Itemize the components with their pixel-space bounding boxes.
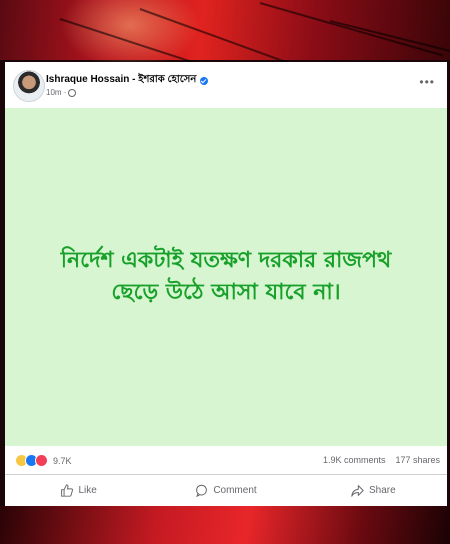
more-options-icon[interactable]: •••	[419, 76, 435, 88]
engagement-counts: 1.9K comments 177 shares	[323, 455, 440, 465]
author-name[interactable]: Ishraque Hossain - ইশরাক হোসেন	[46, 72, 196, 89]
comment-label: Comment	[213, 484, 257, 496]
reaction-count: 9.7K	[53, 455, 72, 466]
post-stats: 9.7K 1.9K comments 177 shares	[5, 446, 447, 475]
background-banner-bottom	[0, 506, 450, 544]
share-icon	[351, 484, 364, 497]
banner-streak	[259, 2, 443, 57]
share-button[interactable]: Share	[300, 474, 447, 506]
post-text-line: ছেড়ে উঠে আসা যাবে না।	[111, 280, 341, 305]
post-text: নির্দেশ একটাই যতক্ষণ দরকার রাজপথ ছেড়ে উ…	[16, 245, 436, 309]
post-actions: Like Comment Share	[5, 474, 447, 506]
reactions-summary[interactable]: 9.7K	[15, 454, 72, 467]
comment-icon	[196, 484, 208, 497]
post-text-background: নির্দেশ একটাই যতক্ষণ দরকার রাজপথ ছেড়ে উ…	[5, 108, 447, 446]
thumbs-up-icon	[61, 483, 74, 497]
like-label: Like	[78, 484, 97, 496]
like-button[interactable]: Like	[5, 474, 152, 506]
globe-icon	[68, 88, 77, 97]
love-icon	[35, 454, 48, 467]
author-row: Ishraque Hossain - ইশরাক হোসেন	[46, 72, 209, 89]
verified-badge-icon	[200, 76, 209, 85]
avatar[interactable]	[13, 70, 45, 102]
post-text-line: নির্দেশ একটাই যতক্ষণ দরকার রাজপথ	[60, 248, 392, 273]
banner-glow	[60, 0, 200, 70]
shares-count[interactable]: 177 shares	[395, 455, 440, 465]
post-header: Ishraque Hossain - ইশরাক হোসেন 10m · •••	[5, 62, 447, 108]
comment-button[interactable]: Comment	[152, 474, 299, 506]
post-meta: 10m ·	[46, 88, 77, 97]
post-card: Ishraque Hossain - ইশরাক হোসেন 10m · •••…	[5, 62, 447, 506]
background-banner-top	[0, 0, 450, 76]
comments-count[interactable]: 1.9K comments	[323, 455, 386, 465]
post-time[interactable]: 10m ·	[46, 88, 66, 97]
share-label: Share	[368, 484, 396, 496]
